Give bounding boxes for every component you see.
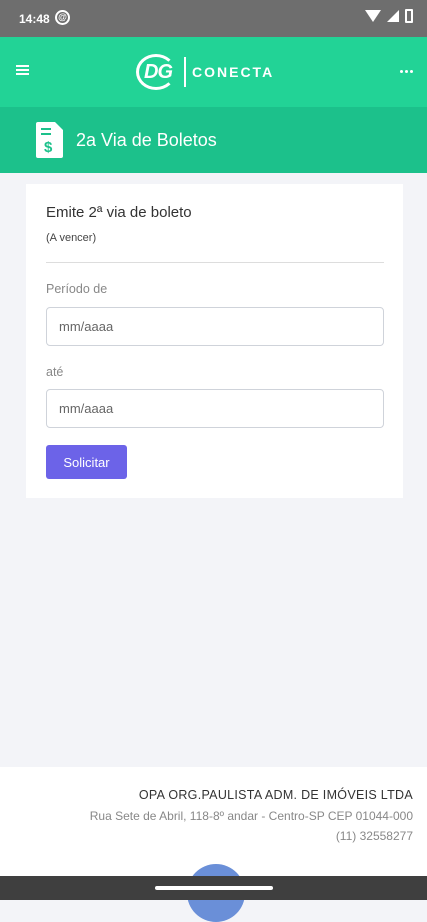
system-icons — [365, 9, 413, 23]
form-divider — [46, 262, 384, 263]
hamburger-icon[interactable] — [16, 65, 29, 75]
at-sign-icon: @ — [55, 10, 70, 25]
status-bar: 14:48 @ — [0, 0, 427, 37]
status-time: 14:48 — [19, 12, 50, 26]
wifi-icon — [365, 10, 381, 22]
signal-icon — [387, 10, 399, 22]
form-subheading: (A vencer) — [46, 232, 97, 244]
company-address: Rua Sete de Abril, 118-8º andar - Centro… — [89, 809, 413, 823]
boleto-form-card: Emite 2ª via de boleto (A vencer) Períod… — [26, 184, 403, 498]
logo-text: CONECTA — [192, 64, 275, 80]
to-period-input[interactable] — [46, 389, 384, 428]
company-phone: (11) 32558277 — [335, 829, 413, 843]
page-title: 2a Via de Boletos — [76, 130, 217, 150]
app-logo: DG CONECTA — [136, 53, 274, 91]
logo-circle: DG — [136, 54, 176, 90]
from-label: Período de — [46, 282, 108, 296]
more-horizontal-icon[interactable] — [400, 70, 413, 73]
page-header: $ 2a Via de Boletos — [0, 107, 427, 173]
submit-button[interactable]: Solicitar — [46, 445, 127, 479]
system-nav-bar — [0, 876, 427, 900]
logo-divider — [184, 57, 186, 87]
home-gesture-handle[interactable] — [155, 886, 273, 890]
logo-mark: DG — [144, 61, 173, 83]
from-period-input[interactable] — [46, 307, 384, 346]
battery-icon — [405, 9, 413, 23]
app-bar: DG CONECTA — [0, 37, 427, 107]
invoice-dollar-icon: $ — [36, 122, 63, 158]
form-heading: Emite 2ª via de boleto — [46, 204, 192, 221]
company-name: OPA ORG.PAULISTA ADM. DE IMÓVEIS LTDA — [138, 788, 413, 802]
to-label: até — [46, 365, 64, 379]
